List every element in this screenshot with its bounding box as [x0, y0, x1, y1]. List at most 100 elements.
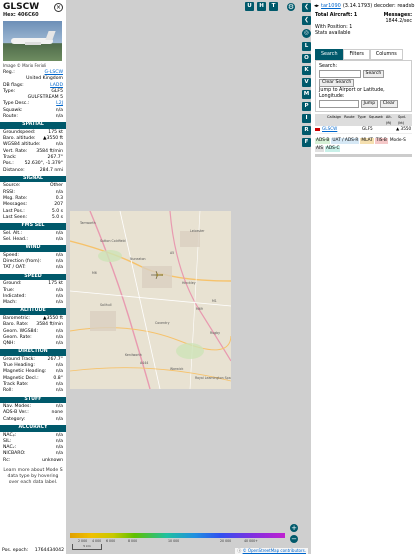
stuff-key: Category: — [3, 416, 26, 422]
colorbar-tick-label: 20 000 — [220, 539, 232, 543]
speed-value: n/a — [55, 300, 63, 306]
sidebar-tabs: Search Filters Columns — [315, 49, 412, 60]
jump-label: Jump to Airport or Latitude, Longitude: — [319, 88, 385, 99]
column-header[interactable]: Spd. (kt) — [398, 114, 409, 126]
tab-columns[interactable]: Columns — [369, 49, 403, 60]
airplane-icon — [151, 271, 163, 279]
colorbar-tick-label: 40 000+ — [244, 539, 258, 543]
side-button-i[interactable]: I — [302, 114, 311, 123]
aircraft-table-body: GLSCW GLF5 ▲ 3550 — [311, 126, 416, 134]
jump-input[interactable] — [319, 100, 359, 108]
button-u[interactable]: U — [245, 2, 254, 11]
section-spatial: SPATIAL — [0, 122, 66, 129]
map-place-label: Tamworth — [80, 221, 96, 225]
side-button-p[interactable]: P — [302, 102, 311, 111]
direction-key: Roll: — [3, 388, 13, 394]
map-place-label: Sutton Coldfield — [100, 239, 126, 243]
stuff-row: Category: n/a — [0, 417, 66, 423]
version-link[interactable]: tar1090 — [321, 3, 341, 9]
aircraft-info-panel: GLSCW Hex: 406C60 × Image © Mario Feriol… — [0, 0, 66, 554]
section-altitude: ALTITUDE — [0, 308, 66, 315]
info-icon[interactable]: ⓘ — [237, 548, 241, 553]
button-t[interactable]: T — [269, 2, 278, 11]
section-fms-sel: FMS SEL — [0, 223, 66, 230]
attribution-text[interactable]: © OpenStreetMap contributors. — [243, 548, 306, 553]
map-roads — [70, 211, 231, 389]
signal-key: Last Seen: — [3, 214, 28, 220]
colorbar-tick-label: 8 000 — [128, 539, 138, 543]
accuracy-list: NACₚ: n/a SIL: n/a NACᵥ: n/a NICBARO: n/a Rc: unk… — [0, 433, 66, 464]
sidebar: ◂▸ tar1090 (3.14.1793) decoder: readsb T… — [311, 0, 416, 554]
side-button-o[interactable]: O — [302, 54, 311, 63]
table-scrollbar[interactable] — [315, 153, 412, 157]
jump-button[interactable]: Jump — [360, 100, 379, 108]
altitude-list: Barometric: ▲3550 ft Baro. Rate: 3584 ft/mi… — [0, 316, 66, 347]
stuff-value: n/a — [55, 416, 63, 422]
map-place-label: Solihull — [100, 303, 112, 307]
expand-sidebar-icon[interactable]: ❮ — [302, 3, 311, 12]
map-canvas[interactable]: Sutton Coldfield Nuneaton Coventry Solihull… — [70, 211, 231, 389]
search-button[interactable]: Search — [362, 70, 385, 78]
column-header[interactable]: Callsign — [327, 114, 341, 126]
section-speed: SPEED — [0, 273, 66, 281]
zoom-in-button[interactable]: + — [290, 524, 298, 532]
aircraft-photo[interactable] — [3, 21, 62, 61]
map-place-label: Warwick — [170, 367, 184, 371]
side-button-l[interactable]: L — [302, 42, 311, 51]
map-place-label: Kenilworth — [125, 353, 142, 357]
close-icon[interactable]: × — [54, 3, 63, 12]
spatial-value: 284.7 nmi — [39, 167, 63, 173]
search-row: Search — [319, 70, 408, 78]
side-button-f[interactable]: F — [302, 138, 311, 147]
spatial-row: Distance: 284.7 nmi — [0, 168, 66, 174]
side-button-r[interactable]: R — [302, 126, 311, 135]
uk-flag-icon — [315, 127, 320, 131]
column-header[interactable]: Type — [358, 114, 366, 126]
map-place-label: Rugby — [210, 331, 221, 335]
tab-search[interactable]: Search — [315, 49, 344, 60]
info-circle-icon[interactable]: ◎ — [302, 29, 311, 38]
basic-key: Route: — [3, 114, 18, 120]
button-h[interactable]: H — [257, 2, 266, 11]
wind-list: Speed: n/a Direction (from): n/a TAT / OAT: n… — [0, 253, 66, 272]
signal-list: Source: Other RSSI: n/a Msg. Rate: 0.3 Message… — [0, 183, 66, 221]
pos-epoch-row: Pos. epoch: 1764434042 — [0, 548, 66, 554]
column-header[interactable]: Squawk — [369, 114, 383, 126]
messages-value: 1844.2/sec — [385, 19, 413, 24]
column-header[interactable]: Alt. (ft) — [386, 114, 395, 126]
speed-list: Ground: 175 kt True: n/a Indicated: n/a Mach: n… — [0, 281, 66, 306]
footer-note: Learn more about Mode S data type by hov… — [3, 468, 63, 486]
side-button-m[interactable]: M — [302, 90, 311, 99]
zoom-out-button[interactable]: − — [290, 535, 298, 543]
map-place-label: Nuneaton — [130, 257, 146, 261]
hex-line: Hex: 406C60 — [3, 12, 63, 18]
photo-plane-tail — [45, 31, 56, 40]
table-row[interactable]: GLSCW GLF5 ▲ 3550 — [315, 126, 412, 134]
tab-filters[interactable]: Filters — [343, 49, 370, 60]
fms-row: Sel. Head.: n/a — [0, 237, 66, 243]
source-badge: MLAT — [360, 137, 374, 144]
aircraft-table-header: Callsign Route Type Squawk Alt. (ft) Spd. (kt… — [315, 114, 412, 126]
scale-line: 5 km — [72, 544, 102, 550]
speed-row: Mach: n/a — [0, 300, 66, 306]
side-button-v[interactable]: V — [302, 78, 311, 87]
clear-button[interactable]: Clear — [379, 100, 398, 108]
settings-gear-icon[interactable]: ⚙ — [287, 3, 295, 11]
side-button-k[interactable]: K — [302, 66, 311, 75]
aircraft-marker[interactable] — [151, 271, 163, 279]
search-input[interactable] — [319, 70, 361, 78]
clear-search-button[interactable]: Clear Search — [319, 79, 355, 87]
column-header[interactable]: Route — [344, 114, 354, 126]
colorbar-tick-label: 6 000 — [106, 539, 116, 543]
source-badge: Mode-S — [388, 137, 407, 144]
source-badge: AIS — [315, 145, 324, 152]
map-place-label: M69 — [196, 307, 203, 311]
section-signal: SIGNAL — [0, 175, 66, 183]
stuff-list: Nav. Modes: n/a ADS-B Ver.: none Category: n/… — [0, 404, 66, 423]
stats-available[interactable]: Stats available — [315, 31, 412, 37]
nav-arrows-icon[interactable]: ◂▸ — [314, 3, 319, 9]
basic-row: Route: n/a — [0, 114, 66, 120]
row-callsign[interactable]: GLSCW — [322, 126, 348, 133]
collapse-icon[interactable]: ❮ — [302, 16, 311, 25]
map-place-label: Leicester — [190, 229, 205, 233]
